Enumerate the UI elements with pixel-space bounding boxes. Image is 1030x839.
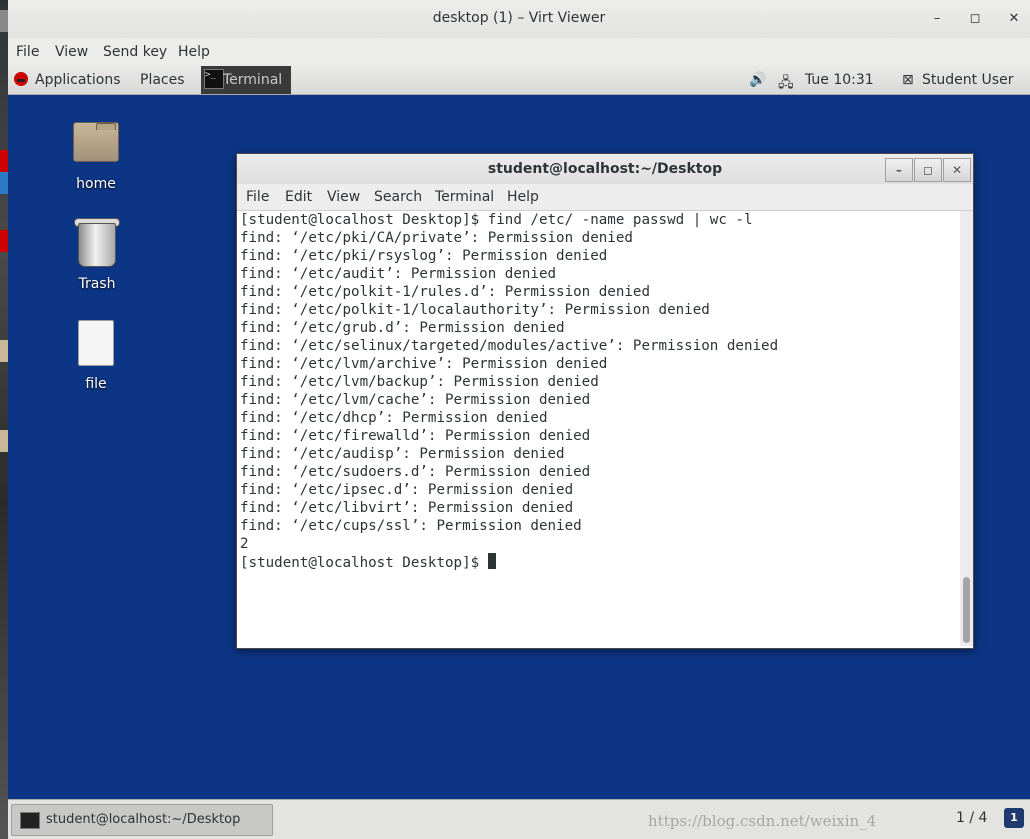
trash-icon xyxy=(78,223,116,267)
terminal-icon xyxy=(20,812,40,829)
terminal-titlebar[interactable]: student@localhost:~/Desktop – ◻ ✕ xyxy=(237,154,973,184)
terminal-line: find: ‘/etc/lvm/archive’: Permission den… xyxy=(240,356,608,372)
terminal-line: find: ‘/etc/grub.d’: Permission denied xyxy=(240,320,565,336)
terminal-line: find: ‘/etc/polkit-1/localauthority’: Pe… xyxy=(240,302,710,318)
desktop-icon-label: Trash xyxy=(78,276,116,292)
terminal-menu-view[interactable]: View xyxy=(327,189,360,205)
terminal-menu-terminal[interactable]: Terminal xyxy=(435,189,494,205)
viewer-menu-view[interactable]: View xyxy=(55,44,88,60)
home-folder-icon xyxy=(73,122,119,162)
virt-viewer-window: desktop (1) – Virt Viewer – ◻ ✕ File Vie… xyxy=(8,0,1030,839)
terminal-title: student@localhost:~/Desktop xyxy=(487,161,723,177)
terminal-app-label: Terminal xyxy=(223,72,283,88)
user-icon: ⊠ xyxy=(902,72,914,88)
terminal-line: find: ‘/etc/pki/CA/private’: Permission … xyxy=(240,230,633,246)
terminal-line: [student@localhost Desktop]$ find /etc/ … xyxy=(240,212,753,228)
terminal-prompt-line: [student@localhost Desktop]$ xyxy=(240,553,496,571)
desktop-icon-label: home xyxy=(76,176,116,192)
terminal-line: find: ‘/etc/pki/rsyslog’: Permission den… xyxy=(240,248,608,264)
applications-menu[interactable]: Applications xyxy=(35,72,121,88)
watermark-text: https://blog.csdn.net/weixin_4 xyxy=(648,812,877,830)
taskbar-terminal-label: student@localhost:~/Desktop xyxy=(46,812,241,827)
terminal-line: 2 xyxy=(240,536,249,552)
viewer-title: desktop (1) – Virt Viewer xyxy=(432,10,606,26)
network-icon[interactable]: 🖧 xyxy=(778,72,794,96)
terminal-maximize-button[interactable]: ◻ xyxy=(914,158,942,182)
places-menu[interactable]: Places xyxy=(140,72,185,88)
terminal-output[interactable]: [student@localhost Desktop]$ find /etc/ … xyxy=(237,211,960,646)
terminal-icon: >_ xyxy=(204,69,224,89)
terminal-line: find: ‘/etc/cups/ssl’: Permission denied xyxy=(240,518,582,534)
terminal-window[interactable]: student@localhost:~/Desktop – ◻ ✕ File E… xyxy=(236,153,974,649)
terminal-line: find: ‘/etc/audisp’: Permission denied xyxy=(240,446,565,462)
viewer-menu-send-key[interactable]: Send key xyxy=(103,44,167,60)
terminal-menu-help[interactable]: Help xyxy=(507,189,539,205)
terminal-app-tab[interactable]: >_ Terminal xyxy=(201,66,291,94)
guest-desktop[interactable]: Applications Places >_ Terminal 🔊 🖧 Tue … xyxy=(8,66,1030,839)
redhat-logo-icon xyxy=(14,72,28,86)
viewer-menubar: File View Send key Help xyxy=(8,38,1030,66)
desktop-icon-label: file xyxy=(85,376,107,392)
terminal-scrollbar[interactable] xyxy=(960,211,973,646)
viewer-menu-file[interactable]: File xyxy=(16,44,39,60)
gnome-bottom-bar: student@localhost:~/Desktop https://blog… xyxy=(8,799,1030,839)
text-cursor xyxy=(487,553,496,569)
gnome-top-bar: Applications Places >_ Terminal 🔊 🖧 Tue … xyxy=(8,66,1030,95)
terminal-line: find: ‘/etc/lvm/cache’: Permission denie… xyxy=(240,392,591,408)
taskbar-terminal-button[interactable]: student@localhost:~/Desktop xyxy=(11,804,273,836)
terminal-line: find: ‘/etc/ipsec.d’: Permission denied xyxy=(240,482,574,498)
notification-badge[interactable]: 1 xyxy=(1004,808,1024,828)
scrollbar-thumb[interactable] xyxy=(963,577,970,643)
terminal-line: find: ‘/etc/libvirt’: Permission denied xyxy=(240,500,574,516)
clock[interactable]: Tue 10:31 xyxy=(805,72,874,88)
terminal-menu-search[interactable]: Search xyxy=(374,189,422,205)
terminal-line: find: ‘/etc/lvm/backup’: Permission deni… xyxy=(240,374,599,390)
viewer-close-button[interactable]: ✕ xyxy=(1002,9,1026,29)
workspace-pager[interactable]: 1 / 4 xyxy=(956,810,987,826)
terminal-prompt: [student@localhost Desktop]$ xyxy=(240,555,488,571)
terminal-line: find: ‘/etc/firewalld’: Permission denie… xyxy=(240,428,591,444)
terminal-menu-edit[interactable]: Edit xyxy=(285,189,312,205)
viewer-minimize-button[interactable]: – xyxy=(925,9,949,29)
viewer-maximize-button[interactable]: ◻ xyxy=(963,9,987,29)
terminal-line: find: ‘/etc/audit’: Permission denied xyxy=(240,266,557,282)
terminal-menu-file[interactable]: File xyxy=(246,189,269,205)
viewer-titlebar[interactable]: desktop (1) – Virt Viewer – ◻ ✕ xyxy=(8,0,1030,38)
file-document-icon xyxy=(78,320,114,366)
viewer-menu-help[interactable]: Help xyxy=(178,44,210,60)
terminal-line: find: ‘/etc/dhcp’: Permission denied xyxy=(240,410,548,426)
terminal-line: find: ‘/etc/sudoers.d’: Permission denie… xyxy=(240,464,591,480)
terminal-line: find: ‘/etc/selinux/targeted/modules/act… xyxy=(240,338,779,354)
user-menu[interactable]: Student User xyxy=(922,72,1013,88)
terminal-minimize-button[interactable]: – xyxy=(885,158,913,182)
terminal-close-button[interactable]: ✕ xyxy=(943,158,971,182)
volume-icon[interactable]: 🔊 xyxy=(749,72,766,88)
terminal-menubar: File Edit View Search Terminal Help xyxy=(237,184,973,211)
host-desktop-strip xyxy=(0,0,8,839)
terminal-line: find: ‘/etc/polkit-1/rules.d’: Permissio… xyxy=(240,284,650,300)
